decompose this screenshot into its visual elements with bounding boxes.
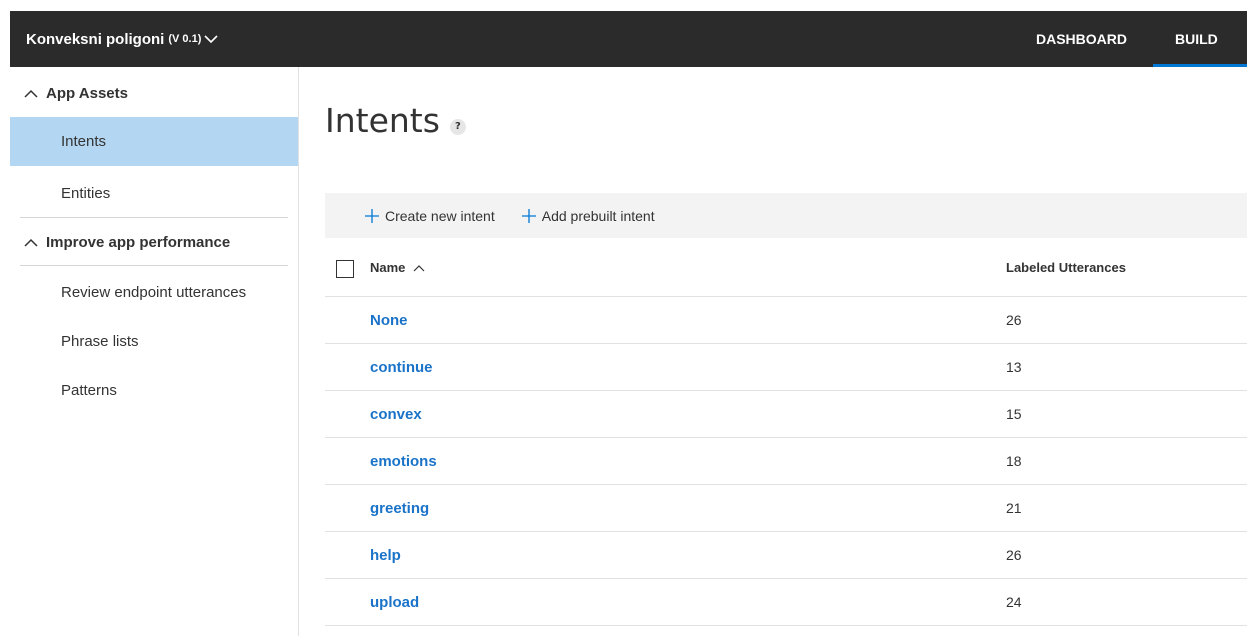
column-header-name-label: Name <box>370 260 406 275</box>
table-row[interactable]: None 26 <box>325 297 1247 344</box>
table-row[interactable]: emotions 18 <box>325 438 1247 485</box>
top-bar: Konveksni poligoni (V 0.1) DASHBOARD BUI… <box>10 11 1247 67</box>
section-app-assets[interactable]: App Assets <box>10 69 298 117</box>
app-switcher[interactable]: Konveksni poligoni (V 0.1) <box>26 11 218 67</box>
command-bar: Create new intent Add prebuilt intent <box>325 193 1247 238</box>
sidebar-item-label: Review endpoint utterances <box>61 284 247 301</box>
sidebar-item-label: Entities <box>61 184 111 202</box>
table-row[interactable]: help 26 <box>325 532 1247 579</box>
plus-icon <box>521 208 537 224</box>
sidebar-item-label: Phrase lists <box>61 333 139 350</box>
app-version: (V 0.1) <box>168 33 202 45</box>
create-new-intent-button[interactable]: Create new intent <box>364 208 495 224</box>
nav-build-label: BUILD <box>1175 31 1218 47</box>
table-row[interactable]: greeting 21 <box>325 485 1247 532</box>
table-header: Name Labeled Utterances <box>325 238 1247 297</box>
intent-name-link[interactable]: emotions <box>370 438 437 484</box>
app-name: Konveksni poligoni <box>26 30 165 48</box>
add-prebuilt-intent-label: Add prebuilt intent <box>541 207 655 224</box>
plus-icon <box>364 208 380 224</box>
page-title: Intents ? <box>325 101 466 140</box>
labeled-utterances-count: 21 <box>1006 500 1022 516</box>
section-improve-app-performance[interactable]: Improve app performance <box>10 218 298 266</box>
labeled-utterances-count: 26 <box>1006 547 1022 563</box>
section-improve-label: Improve app performance <box>46 233 231 251</box>
nav-dashboard-label: DASHBOARD <box>1036 31 1127 47</box>
nav-build[interactable]: BUILD <box>1153 11 1247 67</box>
intent-name-link[interactable]: None <box>370 297 408 343</box>
intent-name-link[interactable]: convex <box>370 391 422 437</box>
intent-name-link[interactable]: greeting <box>370 485 429 531</box>
nav-dashboard[interactable]: DASHBOARD <box>1036 11 1153 67</box>
labeled-utterances-count: 18 <box>1006 453 1022 469</box>
intent-name-link[interactable]: continue <box>370 344 433 390</box>
chevron-up-icon <box>24 89 38 98</box>
column-header-name[interactable]: Name <box>370 238 425 297</box>
labeled-utterances-count: 26 <box>1006 312 1022 328</box>
intent-name-link[interactable]: upload <box>370 579 419 625</box>
sidebar: App Assets Intents Entities Improve app … <box>10 67 299 636</box>
labeled-utterances-count: 13 <box>1006 359 1022 375</box>
page-title-text: Intents <box>325 101 440 140</box>
table-row[interactable]: upload 24 <box>325 579 1247 626</box>
app-window: Konveksni poligoni (V 0.1) DASHBOARD BUI… <box>0 0 1247 636</box>
intent-name-link[interactable]: help <box>370 532 401 578</box>
sidebar-item-entities[interactable]: Entities <box>10 171 298 215</box>
sidebar-item-patterns[interactable]: Patterns <box>10 366 298 415</box>
sidebar-divider <box>20 265 288 266</box>
sort-ascending-icon <box>413 264 425 272</box>
add-prebuilt-intent-button[interactable]: Add prebuilt intent <box>521 208 655 224</box>
labeled-utterances-count: 24 <box>1006 594 1022 610</box>
chevron-up-icon <box>24 238 38 247</box>
help-icon[interactable]: ? <box>449 118 466 135</box>
select-all-checkbox[interactable] <box>336 260 354 278</box>
table-row[interactable]: continue 13 <box>325 344 1247 391</box>
main-content: Intents ? Create new intent Add prebuilt… <box>299 67 1247 636</box>
chevron-down-icon <box>204 34 218 44</box>
sidebar-item-intents[interactable]: Intents <box>10 117 298 166</box>
sidebar-item-review-endpoint-utterances[interactable]: Review endpoint utterances <box>10 268 298 317</box>
sidebar-item-label: Patterns <box>61 382 117 399</box>
column-header-utterances-label: Labeled Utterances <box>1006 260 1126 275</box>
section-app-assets-label: App Assets <box>46 84 128 102</box>
table-row[interactable]: convex 15 <box>325 391 1247 438</box>
top-nav: DASHBOARD BUILD <box>1036 11 1247 67</box>
sidebar-item-label: Intents <box>61 133 107 150</box>
column-header-labeled-utterances[interactable]: Labeled Utterances <box>1006 238 1126 297</box>
sidebar-item-phrase-lists[interactable]: Phrase lists <box>10 317 298 366</box>
create-new-intent-label: Create new intent <box>385 207 495 224</box>
intents-table: Name Labeled Utterances None 26 continue… <box>325 238 1247 626</box>
labeled-utterances-count: 15 <box>1006 406 1022 422</box>
